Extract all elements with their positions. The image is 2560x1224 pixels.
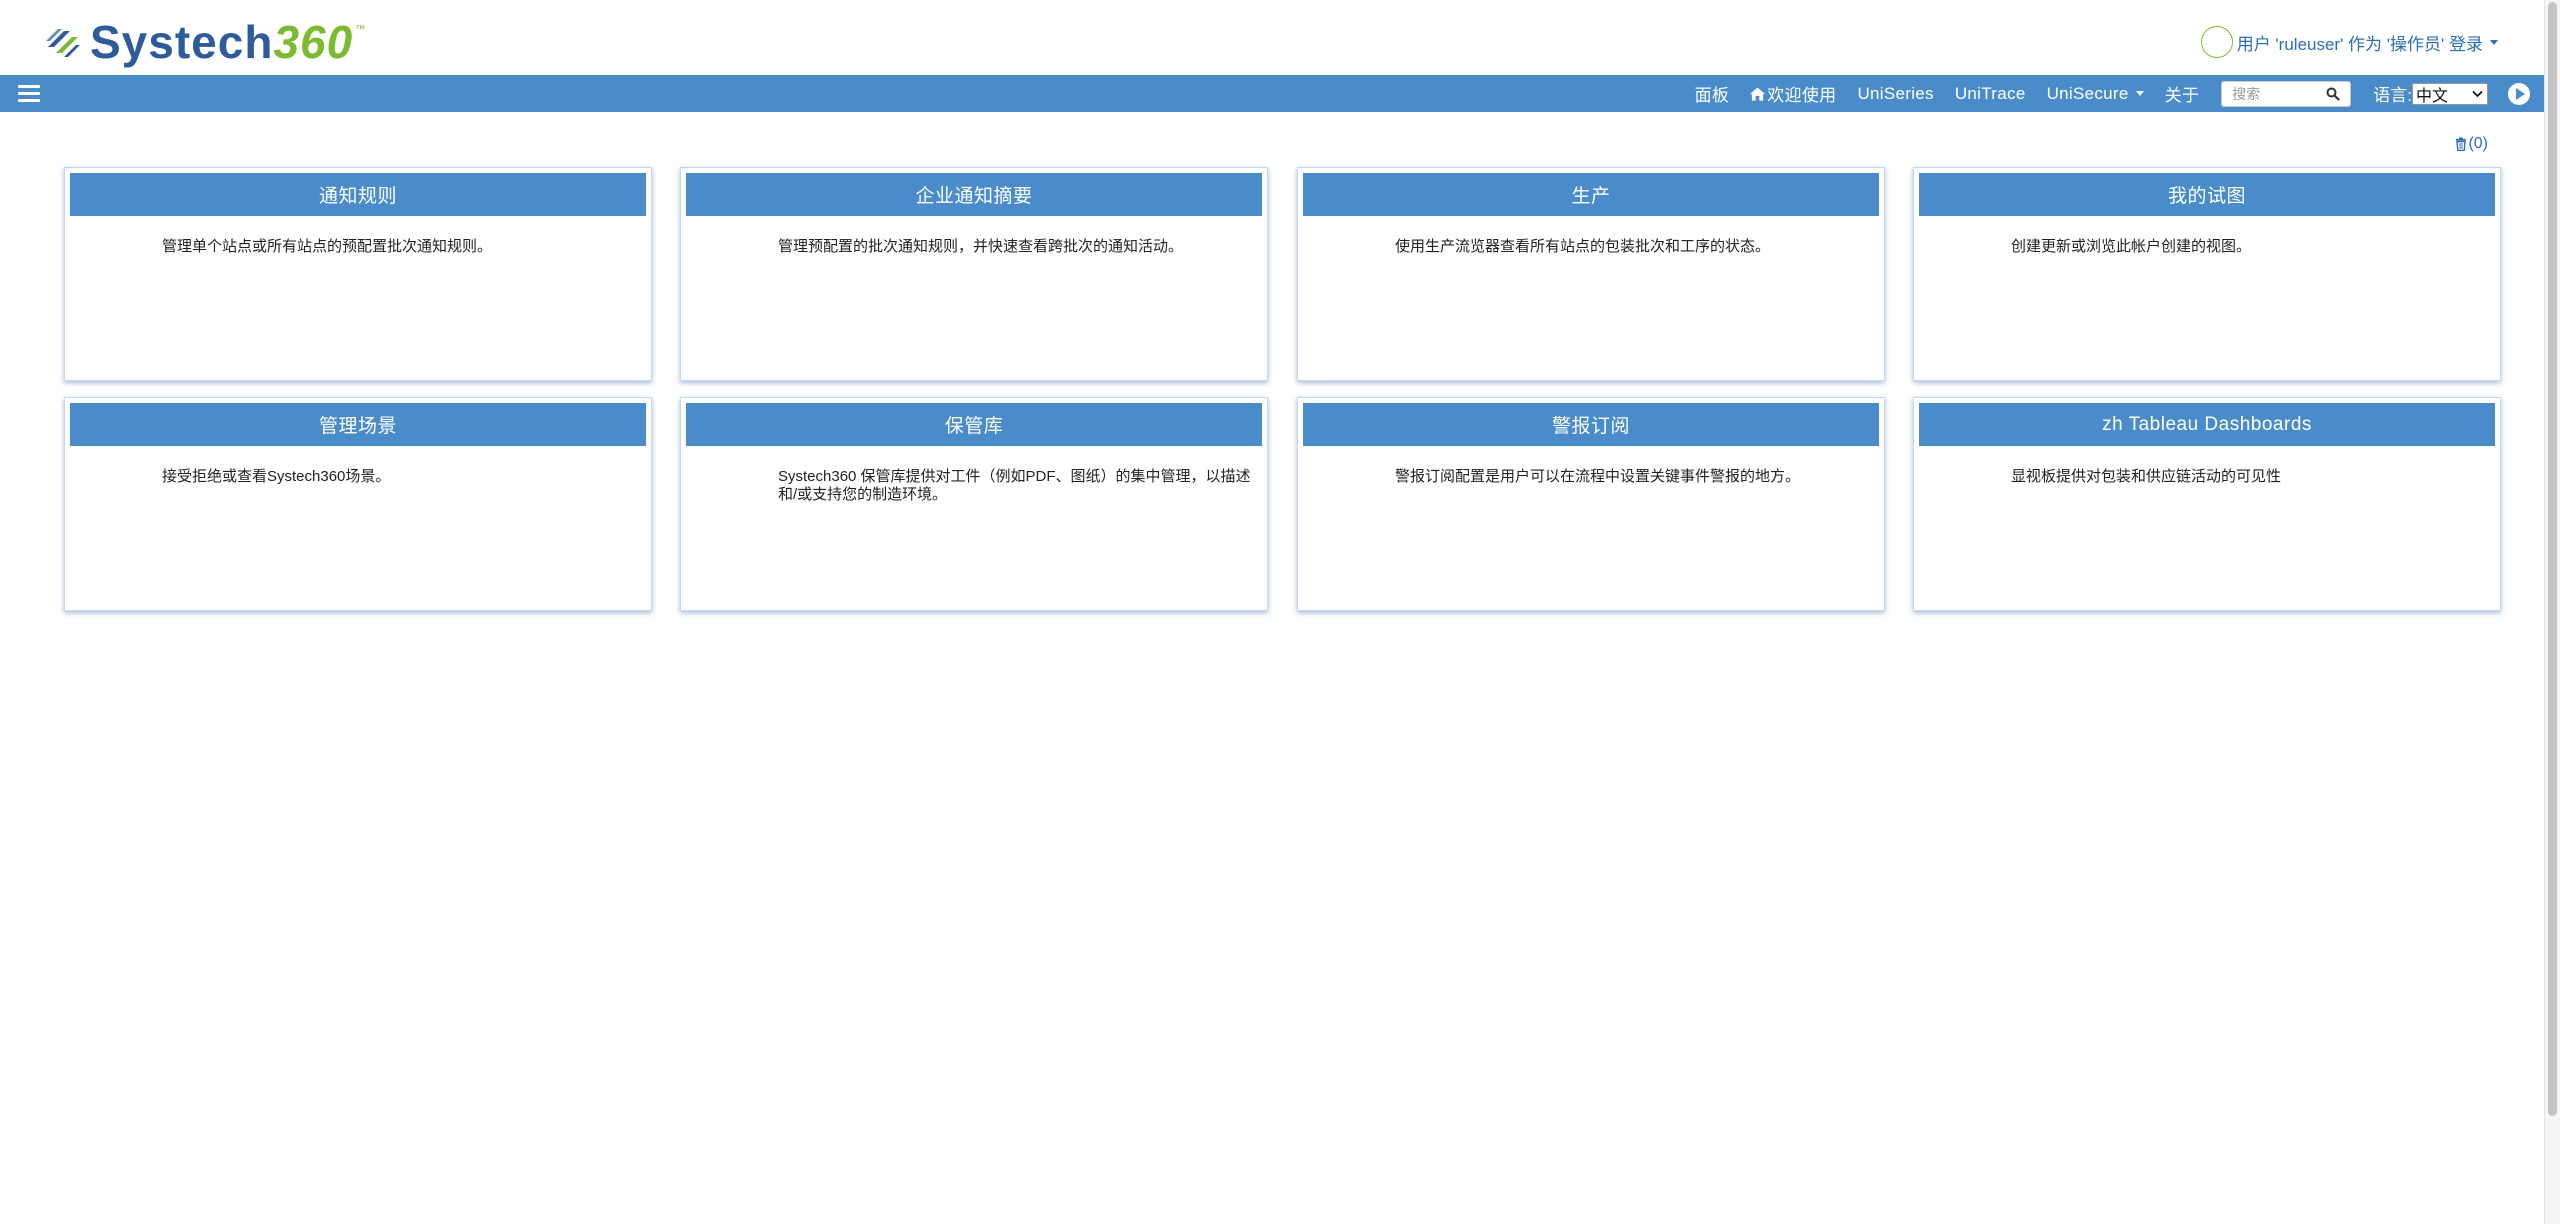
logo-mark-icon	[46, 29, 80, 57]
card-title: 我的试图	[1919, 173, 2495, 216]
play-icon	[2516, 87, 2525, 100]
nav-link-about[interactable]: 关于	[2165, 81, 2200, 106]
nav-link-label: 面板	[1694, 86, 1730, 105]
card-title: zh Tableau Dashboards	[1919, 403, 2495, 446]
search-icon[interactable]	[2326, 87, 2340, 101]
card-description: 显视板提供对包装和供应链活动的可见性	[2011, 468, 2282, 485]
top-header: Systech360 ™ 用户 'ruleuser' 作为 '操作员' 登录	[0, 0, 2544, 75]
chevron-down-icon	[2135, 91, 2144, 96]
navbar: 面板 欢迎使用 UniSeries UniTrace UniSecure 关于	[0, 75, 2544, 112]
page-scrollbar[interactable]	[2544, 0, 2560, 1224]
card-description: 管理预配置的批次通知规则，并快速查看跨批次的通知活动。	[778, 238, 1184, 255]
card-vault[interactable]: 保管库 Systech360 保管库提供对工件（例如PDF、图纸）的集中管理，以…	[680, 397, 1268, 611]
card-description: 管理单个站点或所有站点的预配置批次通知规则。	[162, 238, 493, 255]
card-title: 警报订阅	[1303, 403, 1879, 446]
card-description: 使用生产流览器查看所有站点的包装批次和工序的状态。	[1395, 238, 1771, 255]
nav-link-label: 关于	[2164, 86, 2200, 105]
card-description: 创建更新或浏览此帐户创建的视图。	[2011, 238, 2252, 255]
card-production[interactable]: 生产 使用生产流览器查看所有站点的包装批次和工序的状态。	[1297, 167, 1885, 381]
hamburger-menu-icon[interactable]	[18, 85, 40, 102]
language-selected-value: 中文	[2416, 87, 2449, 105]
nav-link-label: UniSecure	[2046, 83, 2129, 103]
logo-text-systech: Systech	[90, 16, 274, 68]
card-title: 生产	[1303, 173, 1879, 216]
nav-link-label: 欢迎使用	[1767, 86, 1837, 105]
card-manage-scenarios[interactable]: 管理场景 接受拒绝或查看Systech360场景。	[64, 397, 652, 611]
nav-link-unitrace[interactable]: UniTrace	[1955, 84, 2026, 104]
nav-link-label: UniSeries	[1857, 83, 1934, 103]
chevron-down-icon	[2490, 39, 2498, 45]
user-menu[interactable]: 用户 'ruleuser' 作为 '操作员' 登录	[2200, 26, 2498, 58]
card-enterprise-notification-summary[interactable]: 企业通知摘要 管理预配置的批次通知规则，并快速查看跨批次的通知活动。	[680, 167, 1268, 381]
card-title: 通知规则	[70, 173, 646, 216]
card-alert-subscriptions[interactable]: 警报订阅 警报订阅配置是用户可以在流程中设置关键事件警报的地方。	[1297, 397, 1885, 611]
nav-link-unisecure[interactable]: UniSecure	[2047, 84, 2144, 104]
alerts-trash-link[interactable]: (0)	[2455, 135, 2488, 153]
card-notification-rules[interactable]: 通知规则 管理单个站点或所有站点的预配置批次通知规则。	[64, 167, 652, 381]
search-input[interactable]	[2222, 82, 2323, 105]
card-description: Systech360 保管库提供对工件（例如PDF、图纸）的集中管理，以描述和/…	[778, 468, 1251, 503]
nav-link-welcome[interactable]: 欢迎使用	[1750, 81, 1836, 106]
card-tableau-dashboards[interactable]: zh Tableau Dashboards 显视板提供对包装和供应链活动的可见性	[1913, 397, 2501, 611]
chevron-down-icon	[2472, 90, 2483, 97]
scrollbar-thumb[interactable]	[2548, 2, 2557, 1116]
nav-link-dashboard[interactable]: 面板	[1695, 81, 1730, 106]
alerts-count: (0)	[2468, 135, 2488, 152]
logo-text-360: 360	[273, 16, 354, 68]
card-title: 管理场景	[70, 403, 646, 446]
play-button[interactable]	[2508, 82, 2530, 105]
systech360-logo[interactable]: Systech360 ™	[42, 18, 365, 66]
search-box	[2221, 80, 2352, 107]
avatar	[2200, 26, 2233, 58]
logo-trademark: ™	[355, 24, 366, 35]
user-login-text: 用户 'ruleuser' 作为 '操作员' 登录	[2236, 34, 2483, 54]
language-select[interactable]: 中文	[2412, 82, 2488, 105]
card-title: 保管库	[686, 403, 1262, 446]
card-title: 企业通知摘要	[686, 173, 1262, 216]
trash-icon	[2456, 137, 2467, 151]
nav-right: 面板 欢迎使用 UniSeries UniTrace UniSecure 关于	[1674, 75, 2530, 112]
language-label: 语言:	[2373, 86, 2412, 105]
card-description: 警报订阅配置是用户可以在流程中设置关键事件警报的地方。	[1395, 468, 1801, 485]
card-my-views[interactable]: 我的试图 创建更新或浏览此帐户创建的视图。	[1913, 167, 2501, 381]
home-icon	[1750, 86, 1766, 101]
nav-link-uniseries[interactable]: UniSeries	[1857, 84, 1933, 104]
card-description: 接受拒绝或查看Systech360场景。	[162, 468, 391, 485]
nav-link-label: UniTrace	[1954, 83, 2026, 103]
logo-text: Systech360	[90, 18, 353, 66]
